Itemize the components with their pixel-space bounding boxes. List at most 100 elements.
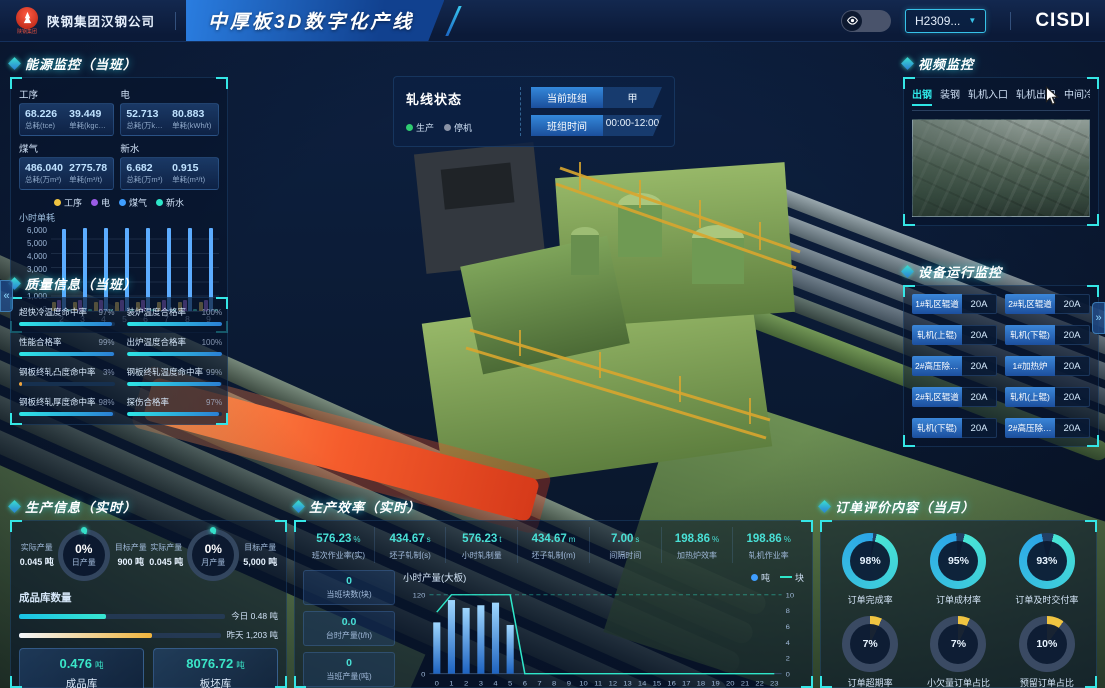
order-donut: 7% 小欠量订单占比: [917, 616, 999, 688]
video-tab[interactable]: 轧机出口: [1016, 86, 1056, 106]
device-item[interactable]: 2#轧区辊道20A: [1005, 294, 1090, 314]
quality-panel: 质量信息（当班） 超快冷温度命中率97%装炉温度合格率100%性能合格率99%出…: [10, 274, 228, 425]
device-item[interactable]: 2#轧区辊道20A: [912, 387, 997, 407]
device-item[interactable]: 1#加热炉20A: [1005, 356, 1090, 376]
cisdi-logo: CISDI: [1035, 10, 1091, 32]
energy-legend: 工序电煤气新水: [19, 196, 219, 209]
hourly-chart-title: 小时产量(大板): [403, 570, 466, 584]
device-name: 轧机(下辊): [1005, 325, 1055, 345]
energy-label: 单耗(m³/t): [172, 174, 213, 185]
efficiency-side-stats: 0当班块数(块)0.0台时产量(t/h)0当班产量(吨): [303, 570, 395, 688]
efficiency-side-stat: 0当班产量(吨): [303, 652, 395, 687]
side-stat-value: 0: [306, 575, 392, 587]
svg-text:8: 8: [786, 607, 790, 615]
page-title: 中厚板3D数字化产线: [186, 0, 444, 41]
y-tick: 4,000: [19, 252, 47, 261]
energy-value: 0.915: [172, 162, 213, 174]
visibility-toggle[interactable]: [841, 10, 891, 32]
svg-text:23: 23: [770, 679, 778, 687]
legend-label: 电: [101, 196, 110, 209]
video-tab[interactable]: 出钢: [912, 86, 932, 106]
energy-card: 6.682总耗(万m³)0.915单耗(m³/t): [120, 157, 219, 190]
quality-label: 性能合格率: [19, 336, 62, 348]
svg-text:16: 16: [667, 679, 675, 687]
video-tab[interactable]: 中间冷: [1064, 86, 1090, 106]
device-item[interactable]: 2#高压除鳞泵20A: [912, 356, 997, 376]
gauge-percent: 0%: [75, 542, 92, 556]
quality-percent: 100%: [202, 308, 222, 317]
heat-number-select[interactable]: H2309... ▼: [905, 9, 986, 33]
quality-bar: [19, 322, 115, 326]
energy-metric: 80.883单耗(kWh/t): [172, 108, 213, 131]
line-status-value: 00:00-12:00: [603, 115, 662, 136]
company-logo-icon: [16, 7, 38, 29]
legend-dot: [444, 124, 451, 131]
company-logo: 陕钢集团: [14, 6, 40, 36]
quality-item: 钢板终轧厚度命中率98%: [19, 396, 115, 416]
order-donuts: 98%订单完成率95%订单成材率93%订单及时交付率7%订单超期率7%小欠量订单…: [829, 529, 1088, 688]
svg-text:14: 14: [638, 679, 646, 687]
donut-label: 小欠量订单占比: [917, 676, 999, 688]
order-donut: 10%预留订单占比: [1006, 616, 1088, 688]
panel-diamond-icon: [8, 500, 21, 513]
device-value: 20A: [1055, 418, 1090, 438]
line-status-label: 班组时间: [531, 115, 603, 136]
right-drawer-handle[interactable]: »: [1092, 302, 1105, 334]
gauge-dot: [81, 527, 87, 533]
donut-percent: 93%: [1019, 533, 1075, 589]
device-item[interactable]: 轧机(上辊)20A: [912, 325, 997, 345]
energy-group-name: 新水: [120, 141, 219, 155]
device-name: 1#轧区辊道: [912, 294, 962, 314]
legend-item: 生产: [406, 121, 434, 134]
company-name: 陕钢集团汉钢公司: [47, 11, 155, 30]
legend-dot: [91, 199, 98, 206]
device-item[interactable]: 2#高压除鳞泵20A: [1005, 418, 1090, 438]
svg-text:0: 0: [421, 670, 425, 678]
stock-boxes: 0.476吨成品库8076.72吨板坯库: [19, 648, 278, 688]
device-item[interactable]: 轧机(下辊)20A: [1005, 325, 1090, 345]
hourly-output-chart: 小时产量(大板) 吨块 1200108642001234567891011121…: [403, 570, 804, 688]
left-drawer-handle[interactable]: «: [0, 280, 13, 312]
panel-diamond-icon: [901, 265, 914, 278]
orders-title: 订单评价内容（当月）: [835, 497, 975, 516]
stat-value: 198.86: [675, 533, 710, 545]
stock-box: 8076.72吨板坯库: [153, 648, 278, 688]
device-value: 20A: [962, 325, 997, 345]
video-tab[interactable]: 装钢: [940, 86, 960, 106]
energy-card: 486.040总耗(万m³)2775.78单耗(m³/t): [19, 157, 114, 190]
quality-title: 质量信息（当班）: [25, 274, 137, 293]
svg-text:5: 5: [508, 679, 512, 687]
video-frame[interactable]: [912, 119, 1090, 217]
quality-bar-fill: [127, 382, 222, 386]
device-item[interactable]: 轧机(下辊)20A: [912, 418, 997, 438]
energy-card: 52.713总耗(万kWh)80.883单耗(kWh/t): [120, 103, 219, 136]
stat-value: 198.86: [747, 533, 782, 545]
device-item[interactable]: 轧机(上辊)20A: [1005, 387, 1090, 407]
legend-item: 工序: [54, 196, 82, 209]
side-stat-value: 0: [306, 657, 392, 669]
video-tab[interactable]: 轧机入口: [968, 86, 1008, 106]
svg-text:120: 120: [413, 591, 426, 599]
svg-text:6: 6: [786, 622, 790, 630]
device-name: 轧机(上辊): [912, 325, 962, 345]
device-item[interactable]: 1#轧区辊道20A: [912, 294, 997, 314]
quality-label: 钢板终轧温度命中率: [127, 366, 204, 378]
quality-item: 钢板终轧凸度命中率3%: [19, 366, 115, 386]
stat-value: 7.00: [611, 533, 633, 545]
donut-chart: 93%: [1019, 533, 1075, 589]
hourly-chart-legend: 吨块: [751, 571, 804, 584]
svg-text:1: 1: [449, 679, 453, 687]
production-gauge: 实际产量0.045 吨0%日产量目标产量900 吨: [19, 529, 149, 581]
quality-item: 探伤合格率97%: [127, 396, 223, 416]
quality-item: 钢板终轧温度命中率99%: [127, 366, 223, 386]
energy-label: 总耗(万kWh): [126, 120, 167, 131]
donut-chart: 7%: [930, 616, 986, 672]
energy-label: 单耗(m³/t): [69, 174, 108, 185]
side-stat-label: 台时产量(t/h): [306, 630, 392, 641]
video-title: 视频监控: [918, 54, 974, 73]
quality-item: 性能合格率99%: [19, 336, 115, 356]
stat-value: 434.67: [532, 533, 567, 545]
quality-item: 装炉温度合格率100%: [127, 306, 223, 326]
stock-box-value: 0.476: [59, 656, 92, 671]
device-value: 20A: [962, 387, 997, 407]
